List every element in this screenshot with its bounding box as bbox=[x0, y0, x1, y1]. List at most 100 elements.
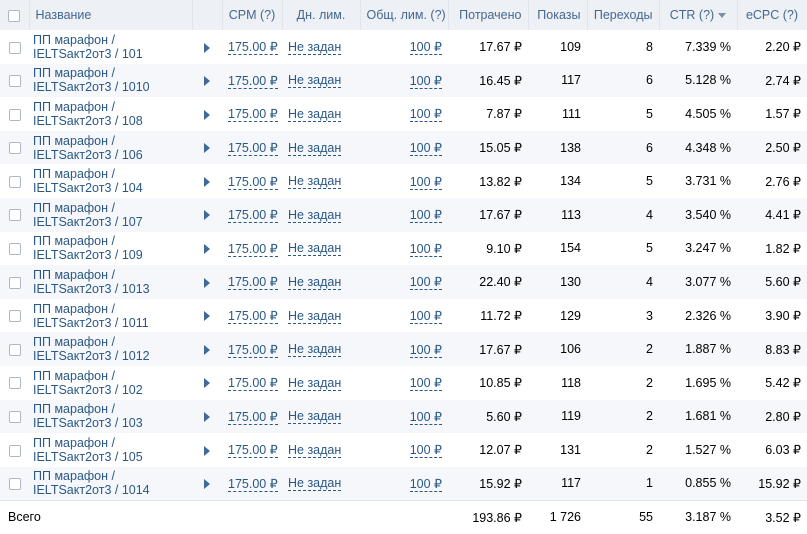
day-limit-value[interactable]: Не задан bbox=[288, 274, 342, 290]
ctr-cell: 3.731 % bbox=[685, 174, 731, 189]
ad-name-link[interactable]: ПП марафон / IELTSакт2от3 / 107 bbox=[29, 198, 192, 232]
row-checkbox[interactable] bbox=[8, 209, 21, 222]
day-limit-value[interactable]: Не задан bbox=[288, 106, 342, 122]
ad-name-link[interactable]: ПП марафон / IELTSакт2от3 / 104 bbox=[29, 164, 192, 198]
total-limit-value[interactable]: 100 ₽ bbox=[409, 409, 442, 425]
ctr-cell: 1.527 % bbox=[685, 442, 731, 457]
total-limit-value[interactable]: 100 ₽ bbox=[409, 309, 442, 325]
row-checkbox[interactable] bbox=[8, 243, 21, 256]
cpm-value[interactable]: 175.00 ₽ bbox=[228, 241, 278, 257]
row-checkbox[interactable] bbox=[8, 75, 21, 88]
cpm-value[interactable]: 175.00 ₽ bbox=[228, 208, 278, 224]
play-triangle-icon[interactable] bbox=[204, 478, 210, 489]
cpm-value[interactable]: 175.00 ₽ bbox=[228, 40, 278, 56]
ad-name-link[interactable]: ПП марафон / IELTSакт2от3 / 109 bbox=[29, 232, 192, 266]
col-day-limit[interactable]: Дн. лим. bbox=[282, 0, 361, 30]
ad-name-link[interactable]: ПП марафон / IELTSакт2от3 / 105 bbox=[29, 433, 192, 467]
day-limit-value[interactable]: Не задан bbox=[288, 241, 342, 257]
ad-name-link[interactable]: ПП марафон / IELTSакт2от3 / 1012 bbox=[29, 332, 192, 366]
total-limit-value[interactable]: 100 ₽ bbox=[409, 174, 442, 190]
total-limit-value[interactable]: 100 ₽ bbox=[409, 107, 442, 123]
cpm-value[interactable]: 175.00 ₽ bbox=[228, 141, 278, 157]
select-all-checkbox[interactable] bbox=[8, 9, 21, 22]
cpm-value[interactable]: 175.00 ₽ bbox=[228, 73, 278, 89]
total-limit-value[interactable]: 100 ₽ bbox=[409, 476, 442, 492]
row-checkbox[interactable] bbox=[8, 377, 21, 390]
day-limit-value[interactable]: Не задан bbox=[288, 409, 342, 425]
cpm-value[interactable]: 175.00 ₽ bbox=[228, 342, 278, 358]
ad-name-link[interactable]: ПП марафон / IELTSакт2от3 / 106 bbox=[29, 131, 192, 165]
row-expand-cell bbox=[192, 64, 222, 98]
day-limit-cell: Не задан bbox=[282, 433, 360, 467]
col-cpm[interactable]: CPM (?) bbox=[222, 0, 283, 30]
total-limit-value[interactable]: 100 ₽ bbox=[409, 208, 442, 224]
play-triangle-icon[interactable] bbox=[204, 378, 210, 389]
col-ctr[interactable]: CTR (?) bbox=[659, 0, 738, 30]
ecpc-cell: 2.50 ₽ bbox=[765, 141, 801, 156]
cpm-value[interactable]: 175.00 ₽ bbox=[228, 476, 278, 492]
ad-name-link[interactable]: ПП марафон / IELTSакт2от3 / 1013 bbox=[29, 265, 192, 299]
cpm-value[interactable]: 175.00 ₽ bbox=[228, 174, 278, 190]
row-checkbox[interactable] bbox=[8, 310, 21, 323]
day-limit-value[interactable]: Не задан bbox=[288, 308, 342, 324]
play-triangle-icon[interactable] bbox=[204, 244, 210, 255]
col-impressions[interactable]: Показы bbox=[528, 0, 588, 30]
play-triangle-icon[interactable] bbox=[204, 412, 210, 423]
total-limit-value[interactable]: 100 ₽ bbox=[409, 241, 442, 257]
play-triangle-icon[interactable] bbox=[204, 176, 210, 187]
ad-name-link[interactable]: ПП марафон / IELTSакт2от3 / 108 bbox=[29, 97, 192, 131]
row-checkbox[interactable] bbox=[8, 343, 21, 356]
ad-name-link[interactable]: ПП марафон / IELTSакт2от3 / 1014 bbox=[29, 467, 192, 501]
row-checkbox[interactable] bbox=[8, 477, 21, 490]
col-clicks[interactable]: Переходы bbox=[587, 0, 660, 30]
day-limit-value[interactable]: Не задан bbox=[288, 342, 342, 358]
row-checkbox[interactable] bbox=[8, 108, 21, 121]
play-triangle-icon[interactable] bbox=[204, 42, 210, 53]
total-limit-value[interactable]: 100 ₽ bbox=[409, 275, 442, 291]
row-checkbox[interactable] bbox=[8, 411, 21, 424]
cpm-value[interactable]: 175.00 ₽ bbox=[228, 309, 278, 325]
ad-name-link[interactable]: ПП марафон / IELTSакт2от3 / 1010 bbox=[29, 64, 192, 98]
row-checkbox[interactable] bbox=[8, 142, 21, 155]
col-total-limit[interactable]: Общ. лим. (?) bbox=[360, 0, 449, 30]
col-spent[interactable]: Потрачено bbox=[448, 0, 529, 30]
ad-name-link[interactable]: ПП марафон / IELTSакт2от3 / 102 bbox=[29, 366, 192, 400]
play-triangle-icon[interactable] bbox=[204, 311, 210, 322]
cpm-value[interactable]: 175.00 ₽ bbox=[228, 107, 278, 123]
play-triangle-icon[interactable] bbox=[204, 277, 210, 288]
day-limit-value[interactable]: Не задан bbox=[288, 442, 342, 458]
day-limit-value[interactable]: Не задан bbox=[288, 476, 342, 492]
total-limit-value[interactable]: 100 ₽ bbox=[409, 141, 442, 157]
row-checkbox[interactable] bbox=[8, 444, 21, 457]
play-triangle-icon[interactable] bbox=[204, 445, 210, 456]
day-limit-value[interactable]: Не задан bbox=[288, 375, 342, 391]
col-ecpc[interactable]: eCPC (?) bbox=[737, 0, 807, 30]
play-triangle-icon[interactable] bbox=[204, 143, 210, 154]
cpm-value[interactable]: 175.00 ₽ bbox=[228, 443, 278, 459]
row-checkbox[interactable] bbox=[8, 41, 21, 54]
day-limit-value[interactable]: Не задан bbox=[288, 140, 342, 156]
total-limit-value[interactable]: 100 ₽ bbox=[409, 40, 442, 56]
ad-name-link[interactable]: ПП марафон / IELTSакт2от3 / 103 bbox=[29, 400, 192, 434]
play-triangle-icon[interactable] bbox=[204, 109, 210, 120]
play-triangle-icon[interactable] bbox=[204, 210, 210, 221]
day-limit-value[interactable]: Не задан bbox=[288, 39, 342, 55]
cpm-value[interactable]: 175.00 ₽ bbox=[228, 409, 278, 425]
total-limit-value[interactable]: 100 ₽ bbox=[409, 376, 442, 392]
total-limit-value[interactable]: 100 ₽ bbox=[409, 443, 442, 459]
row-checkbox[interactable] bbox=[8, 175, 21, 188]
day-limit-value[interactable]: Не задан bbox=[288, 207, 342, 223]
play-triangle-icon[interactable] bbox=[204, 344, 210, 355]
cpm-value[interactable]: 175.00 ₽ bbox=[228, 275, 278, 291]
sort-desc-icon[interactable] bbox=[718, 13, 727, 19]
total-limit-value[interactable]: 100 ₽ bbox=[409, 73, 442, 89]
cpm-value[interactable]: 175.00 ₽ bbox=[228, 376, 278, 392]
ad-name-link[interactable]: ПП марафон / IELTSакт2от3 / 101 bbox=[29, 30, 192, 64]
day-limit-value[interactable]: Не задан bbox=[288, 73, 342, 89]
day-limit-value[interactable]: Не задан bbox=[288, 174, 342, 190]
total-limit-value[interactable]: 100 ₽ bbox=[409, 342, 442, 358]
col-name[interactable]: Название bbox=[29, 0, 193, 30]
ad-name-link[interactable]: ПП марафон / IELTSакт2от3 / 1011 bbox=[29, 299, 192, 333]
row-checkbox[interactable] bbox=[8, 276, 21, 289]
play-triangle-icon[interactable] bbox=[204, 76, 210, 87]
